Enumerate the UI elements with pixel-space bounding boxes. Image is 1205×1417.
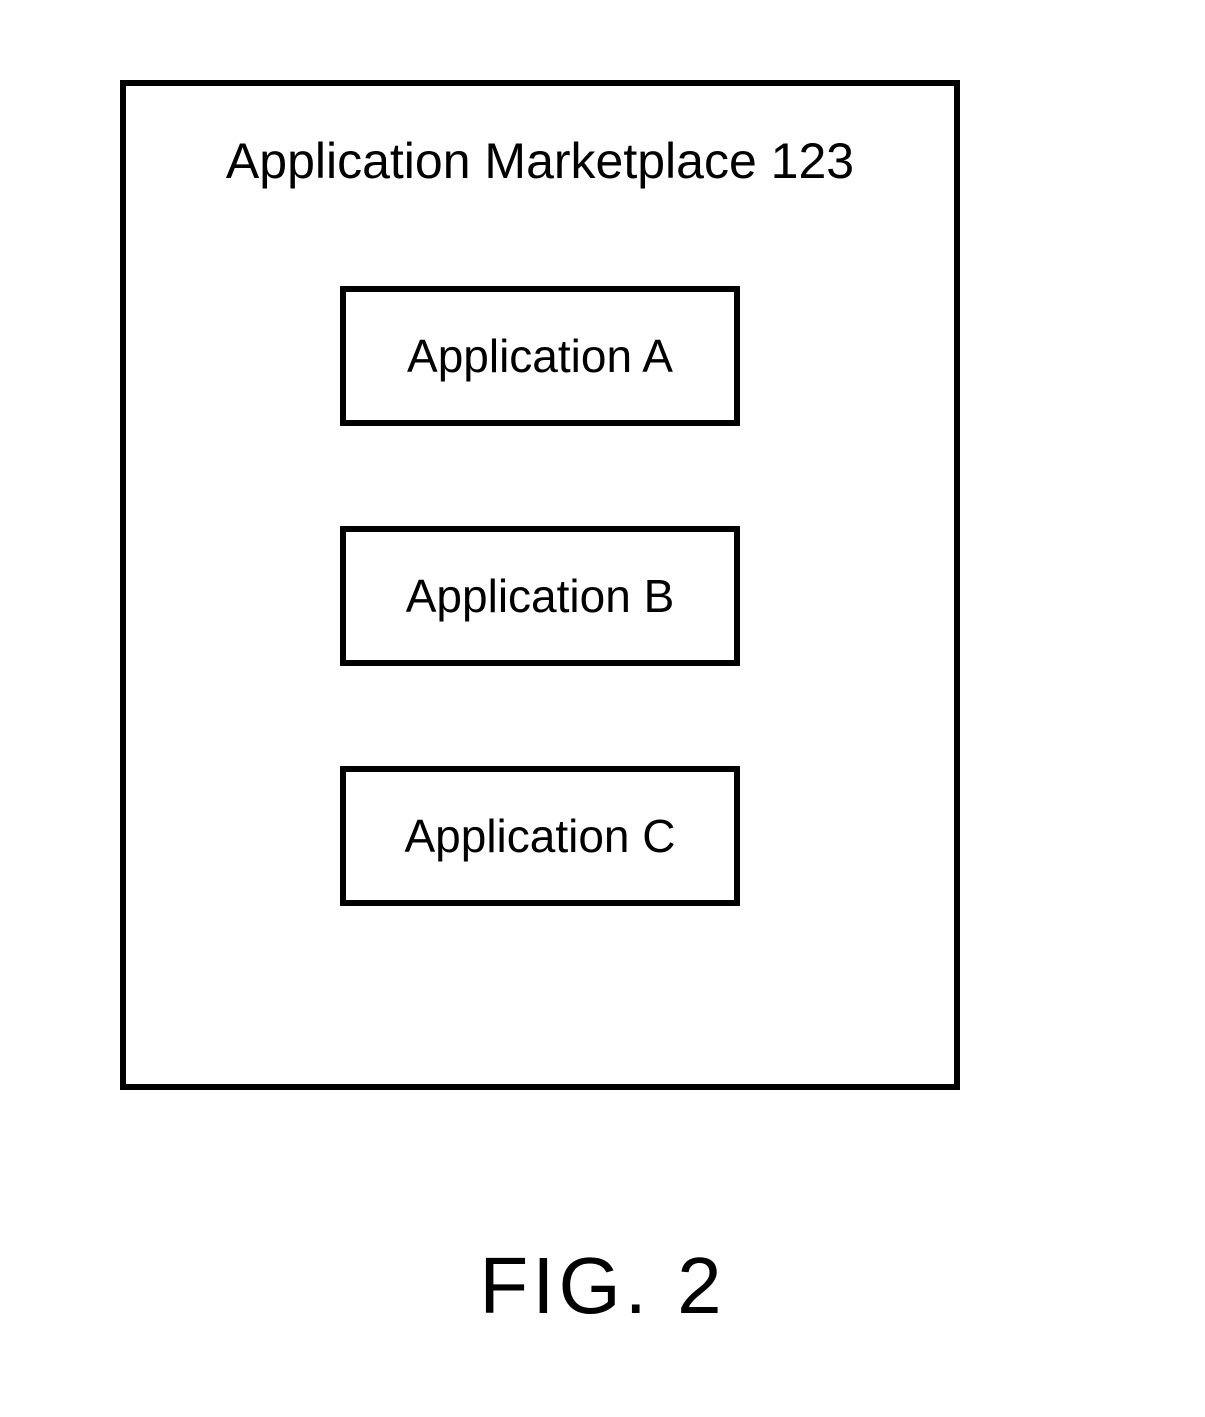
application-b-box: Application B	[340, 526, 740, 666]
application-label: Application A	[407, 329, 673, 383]
application-label: Application B	[406, 569, 675, 623]
marketplace-box: Application Marketplace 123 Application …	[120, 80, 960, 1090]
application-c-box: Application C	[340, 766, 740, 906]
application-label: Application C	[404, 809, 675, 863]
application-a-box: Application A	[340, 286, 740, 426]
marketplace-title: Application Marketplace 123	[126, 131, 954, 191]
figure-caption: FIG. 2	[0, 1240, 1205, 1332]
application-list: Application A Application B Application …	[126, 286, 954, 906]
diagram-canvas: Application Marketplace 123 Application …	[0, 0, 1205, 1417]
